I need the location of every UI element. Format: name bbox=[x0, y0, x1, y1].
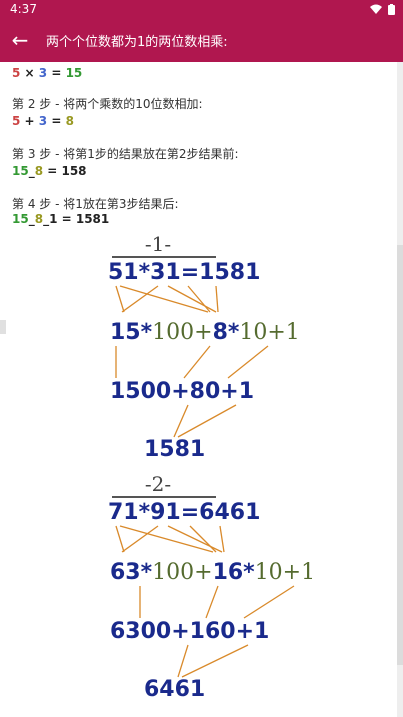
step4-formula: 15_8_1 = 1581 bbox=[12, 212, 110, 226]
status-time: 4:37 bbox=[10, 2, 37, 16]
example-expansion-2: 63*100+16*10+1 bbox=[110, 560, 316, 585]
scrollbar-thumb[interactable] bbox=[397, 245, 403, 665]
battery-icon bbox=[388, 3, 395, 15]
step2-formula: 5 + 3 = 8 bbox=[12, 114, 74, 128]
example-expansion-1: 15*100+8*10+1 bbox=[110, 320, 300, 345]
example-middle-2: 6300+160+1 bbox=[110, 619, 270, 644]
status-icons bbox=[370, 3, 395, 15]
status-bar: 4:37 bbox=[0, 0, 403, 18]
example-result-2: 6461 bbox=[144, 677, 206, 702]
wifi-icon bbox=[370, 4, 382, 14]
example-equation-1: 51*31=1581 bbox=[108, 260, 261, 285]
example-result-1: 1581 bbox=[144, 437, 206, 462]
example-diagram-2: -2- 71*91=6461 63*100+16*10+1 6300+160+1… bbox=[98, 472, 315, 712]
example-label-1: -1- bbox=[144, 232, 172, 256]
step4-label: 第 4 步 - 将1放在第3步结果后: bbox=[12, 197, 179, 211]
example-middle-1: 1500+80+1 bbox=[110, 379, 255, 404]
example-diagram-1: -1- 51*31=1581 15*100+8*10+1 1500+80+1 1… bbox=[98, 232, 308, 472]
back-button[interactable]: ← bbox=[0, 18, 40, 62]
app-bar: ← 两个个位数都为1的两位数相乘: bbox=[0, 18, 403, 62]
step3-formula: 15_8 = 158 bbox=[12, 164, 87, 178]
arrow-left-icon: ← bbox=[11, 28, 29, 52]
step2-label: 第 2 步 - 将两个乘数的10位数相加: bbox=[12, 97, 203, 111]
divider bbox=[112, 496, 216, 498]
content-scroll[interactable]: 5 × 3 = 15 第 2 步 - 将两个乘数的10位数相加: 5 + 3 =… bbox=[0, 62, 403, 717]
side-handle bbox=[0, 320, 6, 334]
example-equation-2: 71*91=6461 bbox=[108, 500, 261, 525]
page-title: 两个个位数都为1的两位数相乘: bbox=[46, 34, 228, 50]
step1-formula: 5 × 3 = 15 bbox=[12, 66, 83, 80]
step3-label: 第 3 步 - 将第1步的结果放在第2步结果前: bbox=[12, 147, 239, 161]
example-label-2: -2- bbox=[144, 472, 172, 496]
divider bbox=[112, 256, 216, 258]
